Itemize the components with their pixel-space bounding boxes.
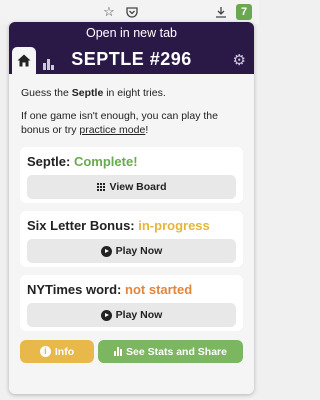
game-card-six-letter-bonus: Six Letter Bonus: in-progress Play Now bbox=[20, 211, 243, 267]
play-icon bbox=[100, 245, 112, 257]
status-badge: in-progress bbox=[138, 218, 210, 233]
bar-chart-icon bbox=[114, 347, 123, 356]
open-in-new-tab-link[interactable]: Open in new tab bbox=[9, 26, 254, 40]
practice-mode-link[interactable]: practice mode bbox=[79, 124, 145, 136]
extension-popup: Open in new tab SEPTLE #296 ⚙ Guess the … bbox=[9, 22, 254, 394]
card-title: Six Letter Bonus: in-progress bbox=[27, 218, 210, 233]
game-card-septle: Septle: Complete! View Board bbox=[20, 147, 243, 203]
card-title: Septle: Complete! bbox=[27, 154, 138, 169]
play-now-button[interactable]: Play Now bbox=[27, 239, 236, 263]
see-stats-and-share-button[interactable]: See Stats and Share bbox=[98, 340, 243, 363]
browser-toolbar: ☆ 7 bbox=[0, 0, 259, 24]
page-title: SEPTLE #296 bbox=[71, 49, 192, 69]
info-icon: i bbox=[39, 346, 51, 357]
game-card-nytimes-word: NYTimes word: not started Play Now bbox=[20, 275, 243, 331]
info-button[interactable]: i Info bbox=[20, 340, 94, 363]
card-title: NYTimes word: not started bbox=[27, 282, 193, 297]
play-now-button[interactable]: Play Now bbox=[27, 303, 236, 327]
intro-text: Guess the Septle in eight tries. If one … bbox=[21, 87, 218, 136]
extension-icon[interactable]: 7 bbox=[236, 4, 252, 20]
popup-header: Open in new tab SEPTLE #296 ⚙ bbox=[9, 22, 254, 74]
download-icon[interactable] bbox=[213, 4, 229, 20]
status-badge: not started bbox=[125, 282, 193, 297]
star-icon[interactable]: ☆ bbox=[101, 4, 117, 20]
status-badge: Complete! bbox=[73, 154, 138, 169]
pocket-icon[interactable] bbox=[124, 4, 140, 20]
play-icon bbox=[100, 309, 112, 321]
view-board-button[interactable]: View Board bbox=[27, 175, 236, 199]
gear-icon[interactable]: ⚙ bbox=[233, 51, 246, 69]
grid-icon bbox=[96, 182, 106, 192]
